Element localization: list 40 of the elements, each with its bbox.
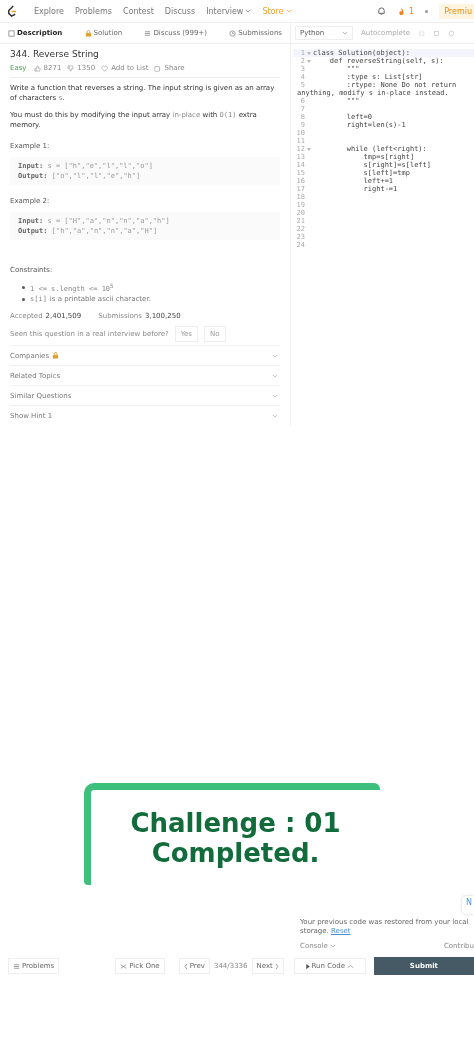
lock-icon xyxy=(84,29,92,37)
menu-icon xyxy=(13,962,20,970)
banner-text: Challenge : 01 xyxy=(130,807,341,838)
play-icon xyxy=(305,962,310,970)
document-icon xyxy=(8,29,15,37)
thumbs-up-icon[interactable] xyxy=(33,64,41,72)
nav-link[interactable]: Explore xyxy=(34,6,65,16)
banner-text: Completed. xyxy=(151,837,320,868)
thumbs-down-icon[interactable] xyxy=(67,64,75,72)
nav-link[interactable]: Contest xyxy=(122,6,154,16)
chevron-left-icon xyxy=(183,962,188,970)
nav-link[interactable]: Discuss xyxy=(164,6,196,16)
caret-up-icon xyxy=(347,962,355,970)
chevron-icon xyxy=(272,373,278,378)
chevron-icon xyxy=(272,413,278,418)
list-icon xyxy=(144,29,152,37)
heart-icon xyxy=(101,64,109,72)
fire-icon xyxy=(397,6,407,16)
nav-link[interactable]: Interview xyxy=(206,6,252,16)
streak-count: 1 xyxy=(409,6,415,16)
nav-link[interactable]: Problems xyxy=(75,6,112,16)
chevron-icon xyxy=(272,393,278,398)
share-icon xyxy=(154,64,162,72)
shuffle-icon xyxy=(120,962,128,970)
caret-icon xyxy=(245,9,252,13)
fold-icon[interactable] xyxy=(307,51,311,55)
caret-icon xyxy=(329,944,336,948)
problem-title: 344. Reverse String xyxy=(10,49,100,59)
bell-icon[interactable] xyxy=(377,6,387,16)
fold-icon[interactable] xyxy=(307,59,311,63)
avatar-dot[interactable] xyxy=(425,9,429,13)
logo-icon[interactable] xyxy=(6,4,17,18)
caret-icon xyxy=(285,9,292,13)
caret-icon xyxy=(342,31,348,35)
fold-icon[interactable] xyxy=(307,147,311,151)
braces-icon[interactable] xyxy=(417,29,425,37)
clock-icon xyxy=(229,29,237,37)
chevron-icon xyxy=(272,353,278,358)
chevron-right-icon xyxy=(274,962,279,970)
side-button[interactable]: N xyxy=(462,896,474,914)
